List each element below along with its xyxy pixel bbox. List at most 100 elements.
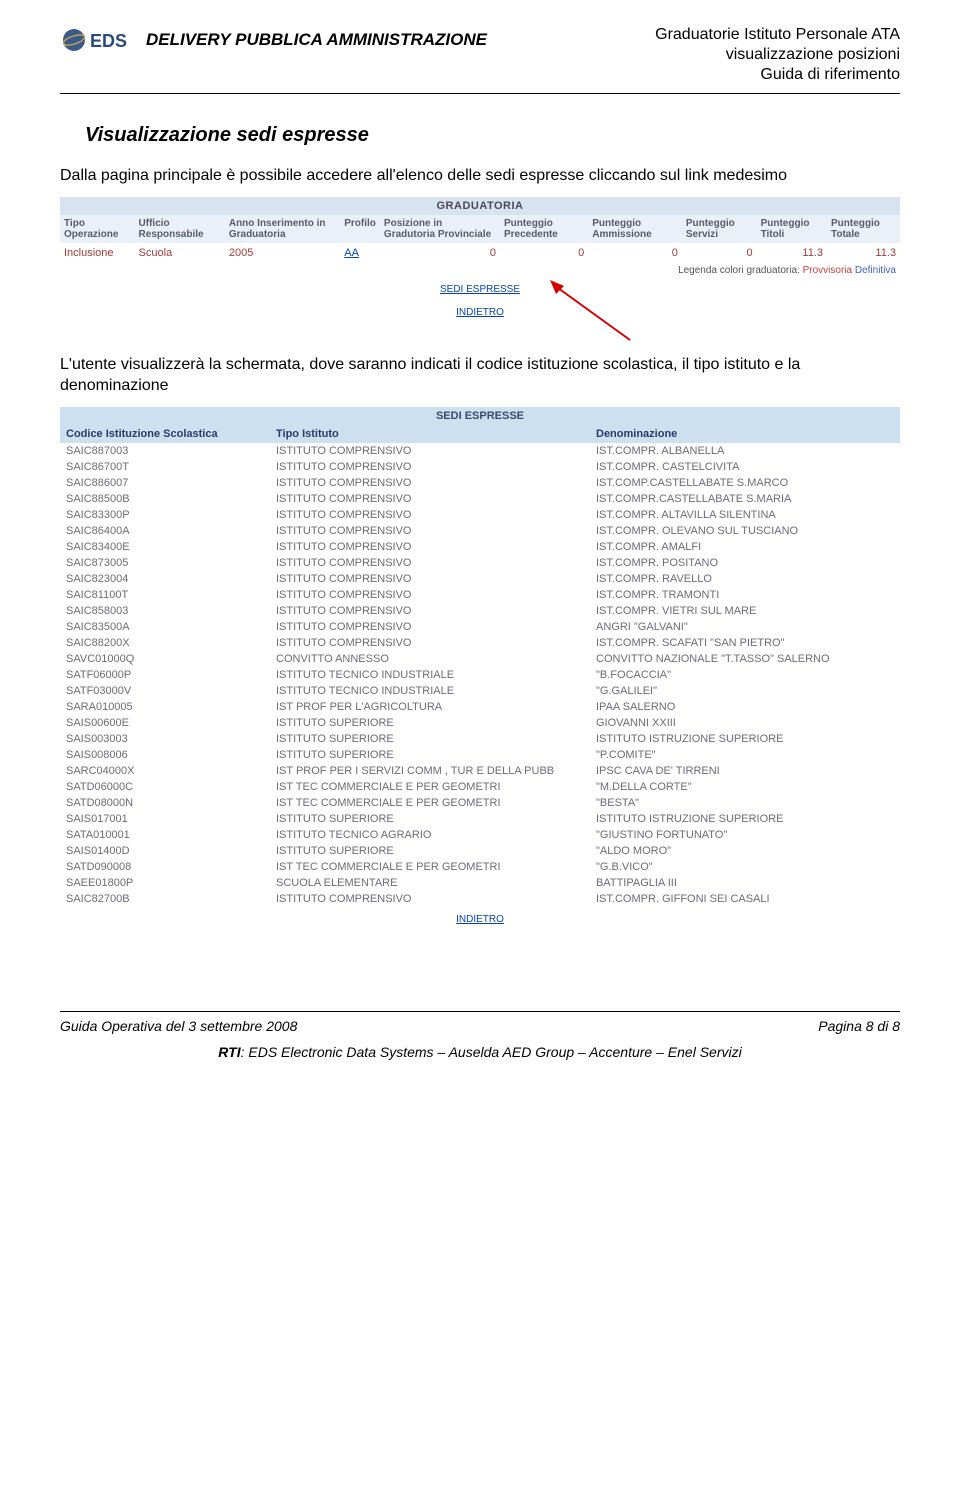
graduatoria-title: GRADUATORIA [60, 197, 900, 215]
sedi-cell-tipo: ISTITUTO COMPRENSIVO [270, 443, 590, 459]
table-row: SAIC886007ISTITUTO COMPRENSIVOIST.COMP.C… [60, 475, 900, 491]
table-row: SARC04000XIST PROF PER I SERVIZI COMM , … [60, 763, 900, 779]
sedi-cell-tipo: IST PROF PER I SERVIZI COMM , TUR E DELL… [270, 763, 590, 779]
sedi-cell-denom: IST.COMPR. RAVELLO [590, 571, 900, 587]
table-row: SATD08000NIST TEC COMMERCIALE E PER GEOM… [60, 795, 900, 811]
sedi-cell-tipo: SCUOLA ELEMENTARE [270, 875, 590, 891]
sedi-cell-denom: "BESTA" [590, 795, 900, 811]
sedi-cell-tipo: ISTITUTO COMPRENSIVO [270, 555, 590, 571]
profilo-link[interactable]: AA [344, 247, 359, 259]
sedi-col-codice: Codice Istituzione Scolastica [60, 425, 270, 443]
indietro-link-1[interactable]: INDIETRO [456, 307, 504, 318]
table-row: SAIS01400DISTITUTO SUPERIORE"ALDO MORO" [60, 843, 900, 859]
table-row: SATD090008IST TEC COMMERCIALE E PER GEOM… [60, 859, 900, 875]
logo-block: EDS DELIVERY PUBBLICA AMMINISTRAZIONE [60, 25, 487, 55]
sedi-cell-tipo: ISTITUTO TECNICO INDUSTRIALE [270, 667, 590, 683]
col-tipo-operazione: Tipo Operazione [60, 215, 135, 243]
sedi-cell-denom: "P.COMITE" [590, 747, 900, 763]
sedi-cell-codice: SAIC81100T [60, 587, 270, 603]
table-row: SAIS003003ISTITUTO SUPERIOREISTITUTO IST… [60, 731, 900, 747]
cell-punt-prec: 0 [500, 243, 588, 263]
indietro-link-2[interactable]: INDIETRO [456, 914, 504, 925]
sedi-cell-codice: SAIC886007 [60, 475, 270, 491]
table-row: SAIC83400EISTITUTO COMPRENSIVOIST.COMPR.… [60, 539, 900, 555]
sedi-cell-tipo: ISTITUTO COMPRENSIVO [270, 539, 590, 555]
col-posizione: Posizione in Gradutoria Provinciale [380, 215, 500, 243]
sedi-cell-denom: IST.COMPR. POSITANO [590, 555, 900, 571]
sedi-cell-codice: SAIC858003 [60, 603, 270, 619]
sedi-cell-codice: SATD08000N [60, 795, 270, 811]
paragraph-2: L'utente visualizzerà la schermata, dove… [60, 354, 900, 397]
col-anno-ins: Anno Inserimento in Graduatoria [225, 215, 340, 243]
sedi-cell-codice: SAIC82700B [60, 891, 270, 907]
sedi-cell-denom: IST.COMPR. OLEVANO SUL TUSCIANO [590, 523, 900, 539]
sedi-cell-codice: SAIC86400A [60, 523, 270, 539]
sedi-cell-denom: CONVITTO NAZIONALE "T.TASSO" SALERNO [590, 651, 900, 667]
cell-posizione: 0 [380, 243, 500, 263]
sedi-col-denom: Denominazione [590, 425, 900, 443]
table-row: SARA010005IST PROF PER L'AGRICOLTURAIPAA… [60, 699, 900, 715]
table-row: SAEE01800PSCUOLA ELEMENTAREBATTIPAGLIA I… [60, 875, 900, 891]
cell-punt-serv: 0 [682, 243, 757, 263]
sedi-cell-codice: SAIC887003 [60, 443, 270, 459]
sedi-cell-codice: SATD06000C [60, 779, 270, 795]
footer-guide: Guida Operativa del 3 settembre 2008 [60, 1018, 297, 1034]
sedi-cell-tipo: ISTITUTO COMPRENSIVO [270, 603, 590, 619]
table-row: SATD06000CIST TEC COMMERCIALE E PER GEOM… [60, 779, 900, 795]
sedi-cell-codice: SAIC83300P [60, 507, 270, 523]
table-row: SATA010001ISTITUTO TECNICO AGRARIO"GIUST… [60, 827, 900, 843]
sedi-cell-denom: IPAA SALERNO [590, 699, 900, 715]
red-arrow-icon [550, 280, 640, 350]
sedi-cell-tipo: IST TEC COMMERCIALE E PER GEOMETRI [270, 779, 590, 795]
sedi-cell-denom: IPSC CAVA DE' TIRRENI [590, 763, 900, 779]
sedi-cell-denom: GIOVANNI XXIII [590, 715, 900, 731]
col-punt-tot: Punteggio Totale [827, 215, 900, 243]
sedi-cell-tipo: ISTITUTO SUPERIORE [270, 843, 590, 859]
sedi-cell-denom: IST.COMPR. CASTELCIVITA [590, 459, 900, 475]
footer-rti-prefix: RTI [218, 1044, 240, 1060]
footer-rti-text: : EDS Electronic Data Systems – Auselda … [241, 1044, 742, 1060]
col-ufficio-resp: Ufficio Responsabile [135, 215, 225, 243]
sedi-cell-codice: SAIC88500B [60, 491, 270, 507]
sedi-cell-codice: SAIC83400E [60, 539, 270, 555]
document-header: EDS DELIVERY PUBBLICA AMMINISTRAZIONE Gr… [60, 25, 900, 85]
sedi-cell-codice: SAIS003003 [60, 731, 270, 747]
table-row: SATF03000VISTITUTO TECNICO INDUSTRIALE"G… [60, 683, 900, 699]
sedi-cell-tipo: ISTITUTO SUPERIORE [270, 715, 590, 731]
sedi-cell-tipo: CONVITTO ANNESSO [270, 651, 590, 667]
table-row: SAIC88200XISTITUTO COMPRENSIVOIST.COMPR.… [60, 635, 900, 651]
table-row: SAIS00600EISTITUTO SUPERIOREGIOVANNI XXI… [60, 715, 900, 731]
sedi-cell-codice: SATF06000P [60, 667, 270, 683]
sedi-cell-tipo: ISTITUTO SUPERIORE [270, 811, 590, 827]
sedi-cell-codice: SAEE01800P [60, 875, 270, 891]
sedi-cell-codice: SAIC88200X [60, 635, 270, 651]
sedi-espresse-link[interactable]: SEDI ESPRESSE [440, 284, 520, 295]
cell-tipo-operazione: Inclusione [60, 243, 135, 263]
sedi-cell-codice: SAVC01000Q [60, 651, 270, 667]
sedi-cell-codice: SATD090008 [60, 859, 270, 875]
sedi-cell-denom: ISTITUTO ISTRUZIONE SUPERIORE [590, 811, 900, 827]
sedi-cell-denom: BATTIPAGLIA III [590, 875, 900, 891]
footer-row: Guida Operativa del 3 settembre 2008 Pag… [60, 1018, 900, 1034]
sedi-cell-codice: SARC04000X [60, 763, 270, 779]
sedi-cell-tipo: ISTITUTO COMPRENSIVO [270, 571, 590, 587]
col-punt-tit: Punteggio Titoli [757, 215, 827, 243]
sedi-cell-tipo: ISTITUTO SUPERIORE [270, 731, 590, 747]
cell-ufficio-resp: Scuola [135, 243, 225, 263]
sedi-cell-denom: IST.COMPR.CASTELLABATE S.MARIA [590, 491, 900, 507]
cell-profilo: AA [340, 243, 380, 263]
graduatoria-header-row: Tipo Operazione Ufficio Responsabile Ann… [60, 215, 900, 243]
sedi-cell-denom: IST.COMPR. SCAFATI "SAN PIETRO" [590, 635, 900, 651]
sedi-cell-tipo: ISTITUTO COMPRENSIVO [270, 507, 590, 523]
sedi-cell-codice: SAIC83500A [60, 619, 270, 635]
sedi-cell-codice: SAIS008006 [60, 747, 270, 763]
legend-cell: Legenda colori graduatoria: Provvisoria … [60, 263, 900, 278]
table-row: SAIS017001ISTITUTO SUPERIOREISTITUTO IST… [60, 811, 900, 827]
legend-label: Legenda colori graduatoria: [678, 265, 800, 276]
table-row: SAIC88500BISTITUTO COMPRENSIVOIST.COMPR.… [60, 491, 900, 507]
table-row: SAIC86400AISTITUTO COMPRENSIVOIST.COMPR.… [60, 523, 900, 539]
sedi-cell-tipo: ISTITUTO COMPRENSIVO [270, 523, 590, 539]
sedi-cell-denom: IST.COMPR. ALTAVILLA SILENTINA [590, 507, 900, 523]
table-row: SAIC83300PISTITUTO COMPRENSIVOIST.COMPR.… [60, 507, 900, 523]
sedi-cell-codice: SAIS01400D [60, 843, 270, 859]
